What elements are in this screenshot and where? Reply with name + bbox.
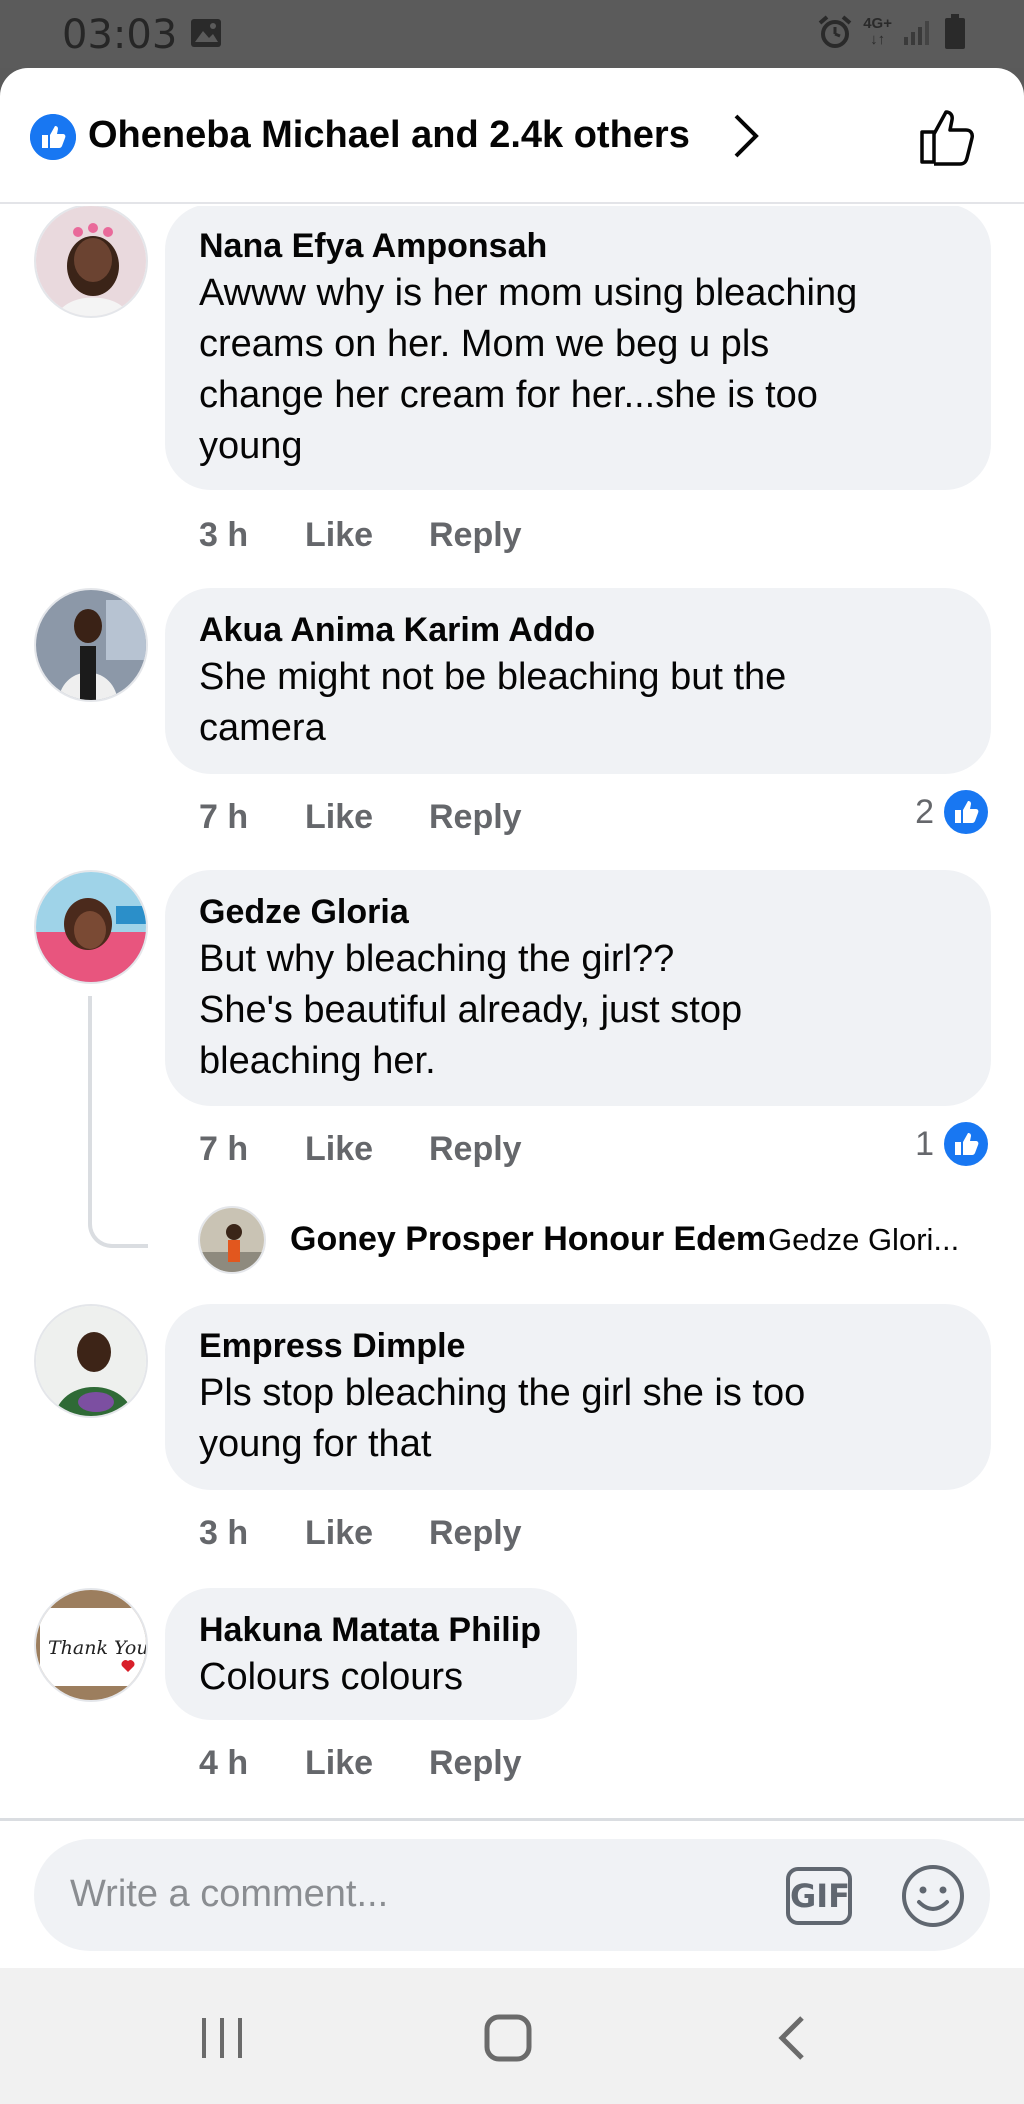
comment-bubble[interactable]: Empress Dimple Pls stop bleaching the gi… <box>165 1304 991 1490</box>
comment-bubble[interactable]: Akua Anima Karim Addo She might not be b… <box>165 588 991 774</box>
system-nav-bar <box>0 1968 1024 2104</box>
comment-input-placeholder[interactable]: Write a comment... <box>70 1873 388 1916</box>
comments-sheet: Oheneba Michael and 2.4k others Nana Efy… <box>0 68 1024 1970</box>
comment-list[interactable]: Nana Efya Amponsah Awww why is her mom u… <box>0 206 1024 1818</box>
comment-time: 3 h <box>199 1514 249 1552</box>
reactions-header[interactable]: Oheneba Michael and 2.4k others <box>0 68 1024 204</box>
like-button[interactable]: Like <box>305 1514 429 1553</box>
avatar[interactable] <box>34 206 148 318</box>
reply-button[interactable]: Reply <box>429 798 522 837</box>
comment-bubble[interactable]: Nana Efya Amponsah Awww why is her mom u… <box>165 206 991 490</box>
comment-actions: 3 h Like Reply <box>199 1514 522 1553</box>
reply-snippet[interactable]: Gedze Glori... <box>768 1222 959 1258</box>
status-bar: 03:03 4G+ ↓↑ <box>0 0 1024 68</box>
comment-actions: 3 h Like Reply <box>199 516 522 555</box>
comment-time: 7 h <box>199 1130 249 1168</box>
home-icon[interactable] <box>484 2014 532 2062</box>
back-icon[interactable] <box>776 2014 806 2062</box>
comment-composer-bar: Write a comment... GIF <box>0 1818 1024 1970</box>
image-icon <box>191 19 221 47</box>
avatar[interactable] <box>34 588 148 702</box>
avatar[interactable]: Thank You ! <box>34 1588 148 1702</box>
reactions-summary[interactable]: Oheneba Michael and 2.4k others <box>88 114 690 157</box>
like-icon <box>30 114 76 160</box>
comment-text: Pls stop bleaching the girl she is too y… <box>199 1372 806 1465</box>
reply-author[interactable]: Goney Prosper Honour Edem <box>290 1220 766 1259</box>
signal-icon <box>904 21 929 45</box>
comment-bubble[interactable]: Gedze Gloria But why bleaching the girl?… <box>165 870 991 1106</box>
reply-avatar[interactable] <box>198 1206 266 1274</box>
comment-text: She might not be bleaching but the camer… <box>199 656 787 749</box>
avatar-caption: Thank You ! <box>48 1637 148 1659</box>
comment-author[interactable]: Gedze Gloria <box>199 890 957 934</box>
like-icon <box>942 788 990 836</box>
comment-text: But why bleaching the girl?? She's beaut… <box>199 938 743 1082</box>
comment-actions: 7 h Like Reply <box>199 1130 522 1169</box>
avatar[interactable] <box>34 1304 148 1418</box>
comment-author[interactable]: Empress Dimple <box>199 1324 957 1368</box>
reaction-number: 1 <box>915 1124 934 1163</box>
comment-author[interactable]: Akua Anima Karim Addo <box>199 608 957 652</box>
like-button[interactable]: Like <box>305 798 429 837</box>
network-label: 4G+ ↓↑ <box>863 15 892 48</box>
thumbs-up-icon[interactable] <box>918 106 980 166</box>
comment-time: 3 h <box>199 516 249 554</box>
like-button[interactable]: Like <box>305 516 429 555</box>
reply-button[interactable]: Reply <box>429 516 522 555</box>
reply-button[interactable]: Reply <box>429 1744 522 1783</box>
reaction-number: 2 <box>915 792 934 831</box>
emoji-icon[interactable] <box>900 1863 966 1929</box>
comment-bubble[interactable]: Hakuna Matata Philip Colours colours <box>165 1588 577 1720</box>
like-icon <box>942 1120 990 1168</box>
comment-text: Awww why is her mom using bleaching crea… <box>199 272 858 467</box>
reply-button[interactable]: Reply <box>429 1130 522 1169</box>
comment-author[interactable]: Hakuna Matata Philip <box>199 1608 543 1652</box>
comment-input[interactable]: Write a comment... GIF <box>34 1839 990 1951</box>
comment-text: Colours colours <box>199 1656 463 1698</box>
thread-line <box>88 996 148 1248</box>
reply-button[interactable]: Reply <box>429 1514 522 1553</box>
comment-actions: 4 h Like Reply <box>199 1744 522 1783</box>
comment-time: 7 h <box>199 798 249 836</box>
comment-actions: 7 h Like Reply <box>199 798 522 837</box>
reaction-count[interactable]: 2 <box>915 788 990 836</box>
gif-button[interactable]: GIF <box>786 1867 852 1925</box>
comment-author[interactable]: Nana Efya Amponsah <box>199 224 957 268</box>
status-time: 03:03 <box>62 12 178 58</box>
like-button[interactable]: Like <box>305 1744 429 1783</box>
comment-time: 4 h <box>199 1744 249 1782</box>
battery-icon <box>945 14 965 49</box>
avatar[interactable] <box>34 870 148 984</box>
chevron-right-icon[interactable] <box>730 112 762 160</box>
status-icons: 4G+ ↓↑ <box>817 14 966 50</box>
alarm-icon <box>818 15 852 48</box>
reaction-count[interactable]: 1 <box>915 1120 990 1168</box>
recents-icon[interactable] <box>200 2018 244 2058</box>
like-button[interactable]: Like <box>305 1130 429 1169</box>
